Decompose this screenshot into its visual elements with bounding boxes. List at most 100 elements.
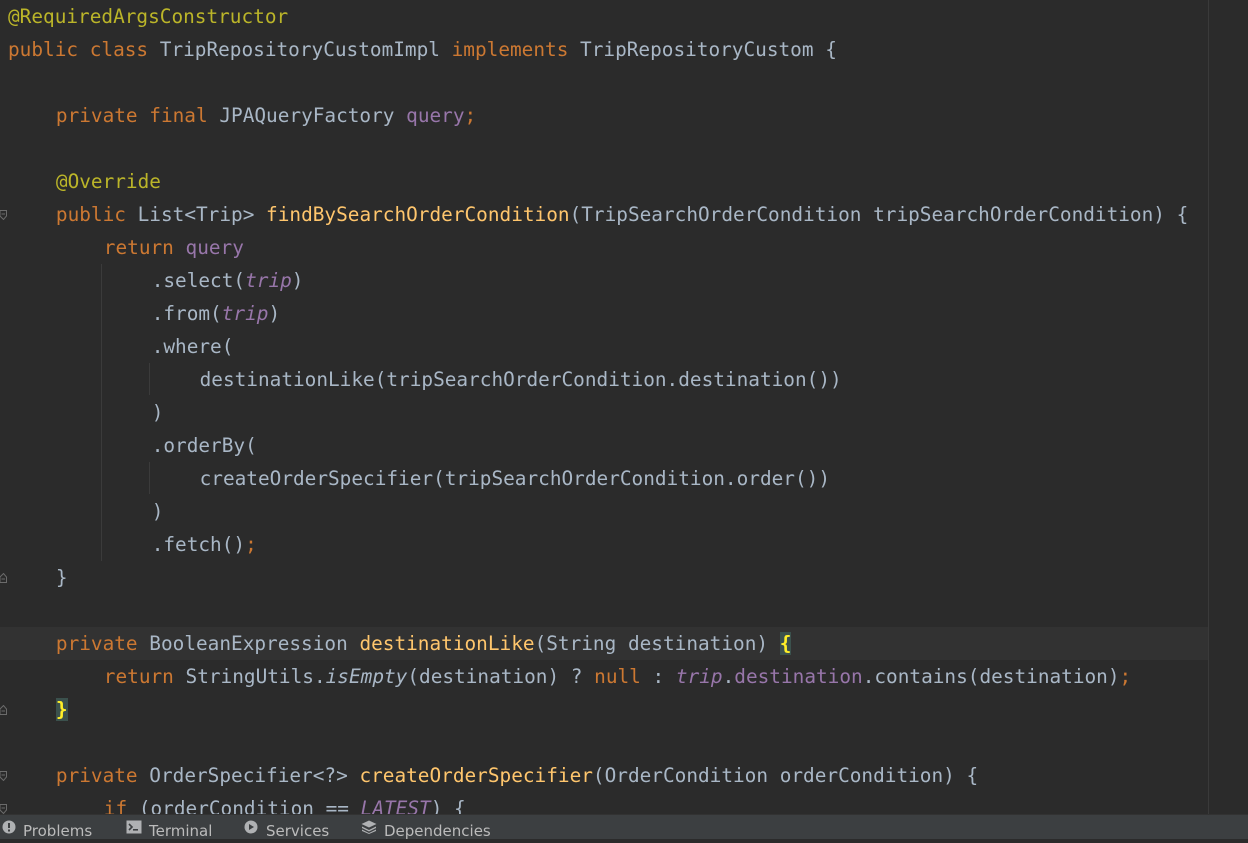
- code-token: if: [103, 797, 139, 814]
- code-token: public: [55, 203, 138, 226]
- code-text: public class TripRepositoryCustomImpl im…: [8, 33, 837, 66]
- code-token: List<Trip>: [137, 203, 267, 226]
- code-line[interactable]: private BooleanExpression destinationLik…: [0, 627, 1208, 660]
- tool-tab-dependencies[interactable]: Dependencies: [361, 819, 491, 843]
- code-line[interactable]: .where(: [0, 330, 1208, 363]
- code-line[interactable]: .from(trip): [0, 297, 1208, 330]
- code-token: private final: [55, 104, 220, 127]
- code-line[interactable]: .orderBy(: [0, 429, 1208, 462]
- code-text: private BooleanExpression destinationLik…: [56, 627, 792, 660]
- code-token: private: [55, 764, 150, 787]
- code-line[interactable]: ): [0, 495, 1208, 528]
- tool-tab-label: Dependencies: [384, 822, 491, 840]
- code-token: trip: [221, 302, 269, 325]
- code-line[interactable]: .fetch();: [0, 528, 1208, 561]
- code-token: public class: [8, 38, 160, 61]
- code-token: ): [151, 500, 164, 523]
- code-token: destination: [734, 665, 863, 688]
- code-token: OrderSpecifier<?>: [149, 764, 360, 787]
- code-line[interactable]: [0, 66, 1208, 99]
- code-token: .select(: [151, 269, 246, 292]
- code-text: return query: [104, 231, 244, 264]
- services-icon: [244, 820, 258, 834]
- code-token: {: [779, 632, 792, 655]
- code-token: ): [151, 401, 164, 424]
- code-token: return: [103, 665, 186, 688]
- code-token: .where(: [151, 335, 234, 358]
- code-editor[interactable]: @RequiredArgsConstructor public class Tri…: [0, 0, 1248, 814]
- code-token: .contains(destination): [862, 665, 1120, 688]
- code-line[interactable]: public List<Trip> findBySearchOrderCondi…: [0, 198, 1208, 231]
- code-line[interactable]: return StringUtils.isEmpty(destination) …: [0, 660, 1208, 693]
- code-text: private OrderSpecifier<?> createOrderSpe…: [56, 759, 978, 792]
- code-token: (String destination): [534, 632, 780, 655]
- code-token: .from(: [151, 302, 222, 325]
- tool-tab-label: Problems: [23, 822, 93, 840]
- code-token: .fetch(): [151, 533, 246, 556]
- code-token: (TripSearchOrderCondition tripSearchOrde…: [569, 203, 1189, 226]
- code-line[interactable]: [0, 726, 1208, 759]
- code-token: destinationLike: [359, 632, 535, 655]
- code-token: ;: [464, 104, 477, 127]
- code-token: StringUtils.: [185, 665, 326, 688]
- code-token: .orderBy(: [151, 434, 257, 457]
- code-token: findBySearchOrderCondition: [266, 203, 570, 226]
- code-line[interactable]: return query: [0, 231, 1208, 264]
- code-text: @RequiredArgsConstructor: [8, 0, 288, 33]
- code-token: BooleanExpression: [149, 632, 360, 655]
- code-token: private: [55, 632, 150, 655]
- code-token: .: [722, 665, 735, 688]
- code-line[interactable]: [0, 594, 1208, 627]
- tool-tab-label: Terminal: [149, 822, 213, 840]
- code-line[interactable]: ): [0, 396, 1208, 429]
- code-token: query: [406, 104, 465, 127]
- code-text: private final JPAQueryFactory query;: [56, 99, 476, 132]
- code-token: implements: [451, 38, 581, 61]
- code-token: return: [103, 236, 186, 259]
- code-token: ) {: [430, 797, 466, 814]
- code-token: @Override: [55, 170, 161, 193]
- code-line[interactable]: destinationLike(tripSearchOrderCondition…: [0, 363, 1208, 396]
- code-text: }: [56, 561, 68, 594]
- tool-tab-terminal[interactable]: Terminal: [126, 819, 212, 843]
- code-line[interactable]: private final JPAQueryFactory query;: [0, 99, 1208, 132]
- code-token: @RequiredArgsConstructor: [8, 5, 289, 28]
- code-token: :: [652, 665, 676, 688]
- code-text: return StringUtils.isEmpty(destination) …: [104, 660, 1131, 693]
- code-token: }: [55, 566, 68, 589]
- code-line[interactable]: }: [0, 561, 1208, 594]
- code-token: destinationLike(tripSearchOrderCondition…: [199, 368, 842, 391]
- code-token: ;: [245, 533, 257, 556]
- code-token: ): [291, 269, 304, 292]
- code-line[interactable]: [0, 132, 1208, 165]
- tool-tab-label: Services: [266, 822, 330, 840]
- code-text: public List<Trip> findBySearchOrderCondi…: [56, 198, 1188, 231]
- code-token: LATEST: [360, 797, 431, 814]
- terminal-icon: [126, 820, 142, 834]
- code-token: isEmpty: [325, 665, 408, 688]
- right-margin-guide: [1208, 0, 1209, 814]
- code-token: ): [268, 302, 281, 325]
- code-token: null: [594, 665, 653, 688]
- code-token: }: [55, 698, 68, 721]
- code-line[interactable]: @Override: [0, 165, 1208, 198]
- code-line[interactable]: private OrderSpecifier<?> createOrderSpe…: [0, 759, 1208, 792]
- code-token: (orderCondition ==: [138, 797, 361, 814]
- tool-tab-problems[interactable]: Problems: [2, 819, 92, 843]
- code-line[interactable]: }: [0, 693, 1208, 726]
- code-token: TripRepositoryCustom {: [580, 38, 837, 61]
- code-line[interactable]: @RequiredArgsConstructor: [0, 0, 1208, 33]
- tool-tab-services[interactable]: Services: [243, 819, 329, 843]
- code-line[interactable]: if (orderCondition == LATEST) {: [0, 792, 1208, 814]
- code-text: .where(: [152, 330, 234, 363]
- code-text: .select(trip): [152, 264, 304, 297]
- code-line[interactable]: .select(trip): [0, 264, 1208, 297]
- code-token: trip: [675, 665, 723, 688]
- code-text: }: [55, 693, 68, 726]
- code-token: (destination) ?: [407, 665, 595, 688]
- code-line[interactable]: createOrderSpecifier(tripSearchOrderCond…: [0, 462, 1208, 495]
- dependencies-icon: [361, 820, 377, 834]
- code-token: createOrderSpecifier(tripSearchOrderCond…: [199, 467, 830, 490]
- code-token: createOrderSpecifier: [359, 764, 593, 787]
- code-line[interactable]: public class TripRepositoryCustomImpl im…: [0, 33, 1208, 66]
